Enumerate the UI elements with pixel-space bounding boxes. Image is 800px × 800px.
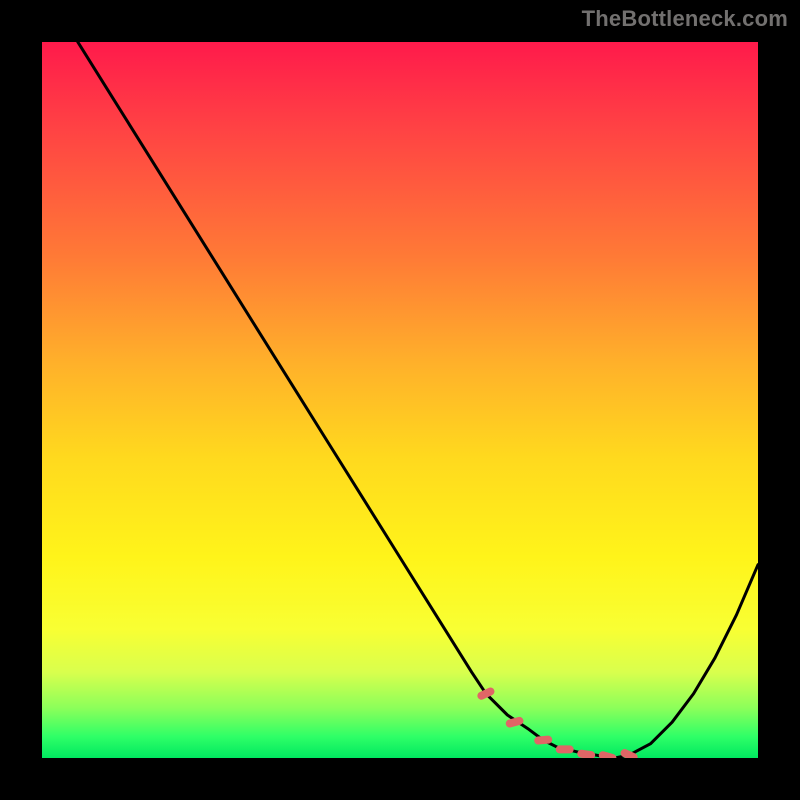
- marker-group: [476, 686, 639, 758]
- curve-layer: [42, 42, 758, 758]
- highlight-marker: [577, 749, 596, 758]
- watermark-label: TheBottleneck.com: [582, 6, 788, 32]
- highlight-marker: [598, 750, 618, 758]
- bottleneck-curve-path: [78, 42, 758, 758]
- chart-stage: TheBottleneck.com: [0, 0, 800, 800]
- highlight-marker: [556, 745, 574, 753]
- highlight-marker: [505, 716, 524, 728]
- plot-area: [42, 42, 758, 758]
